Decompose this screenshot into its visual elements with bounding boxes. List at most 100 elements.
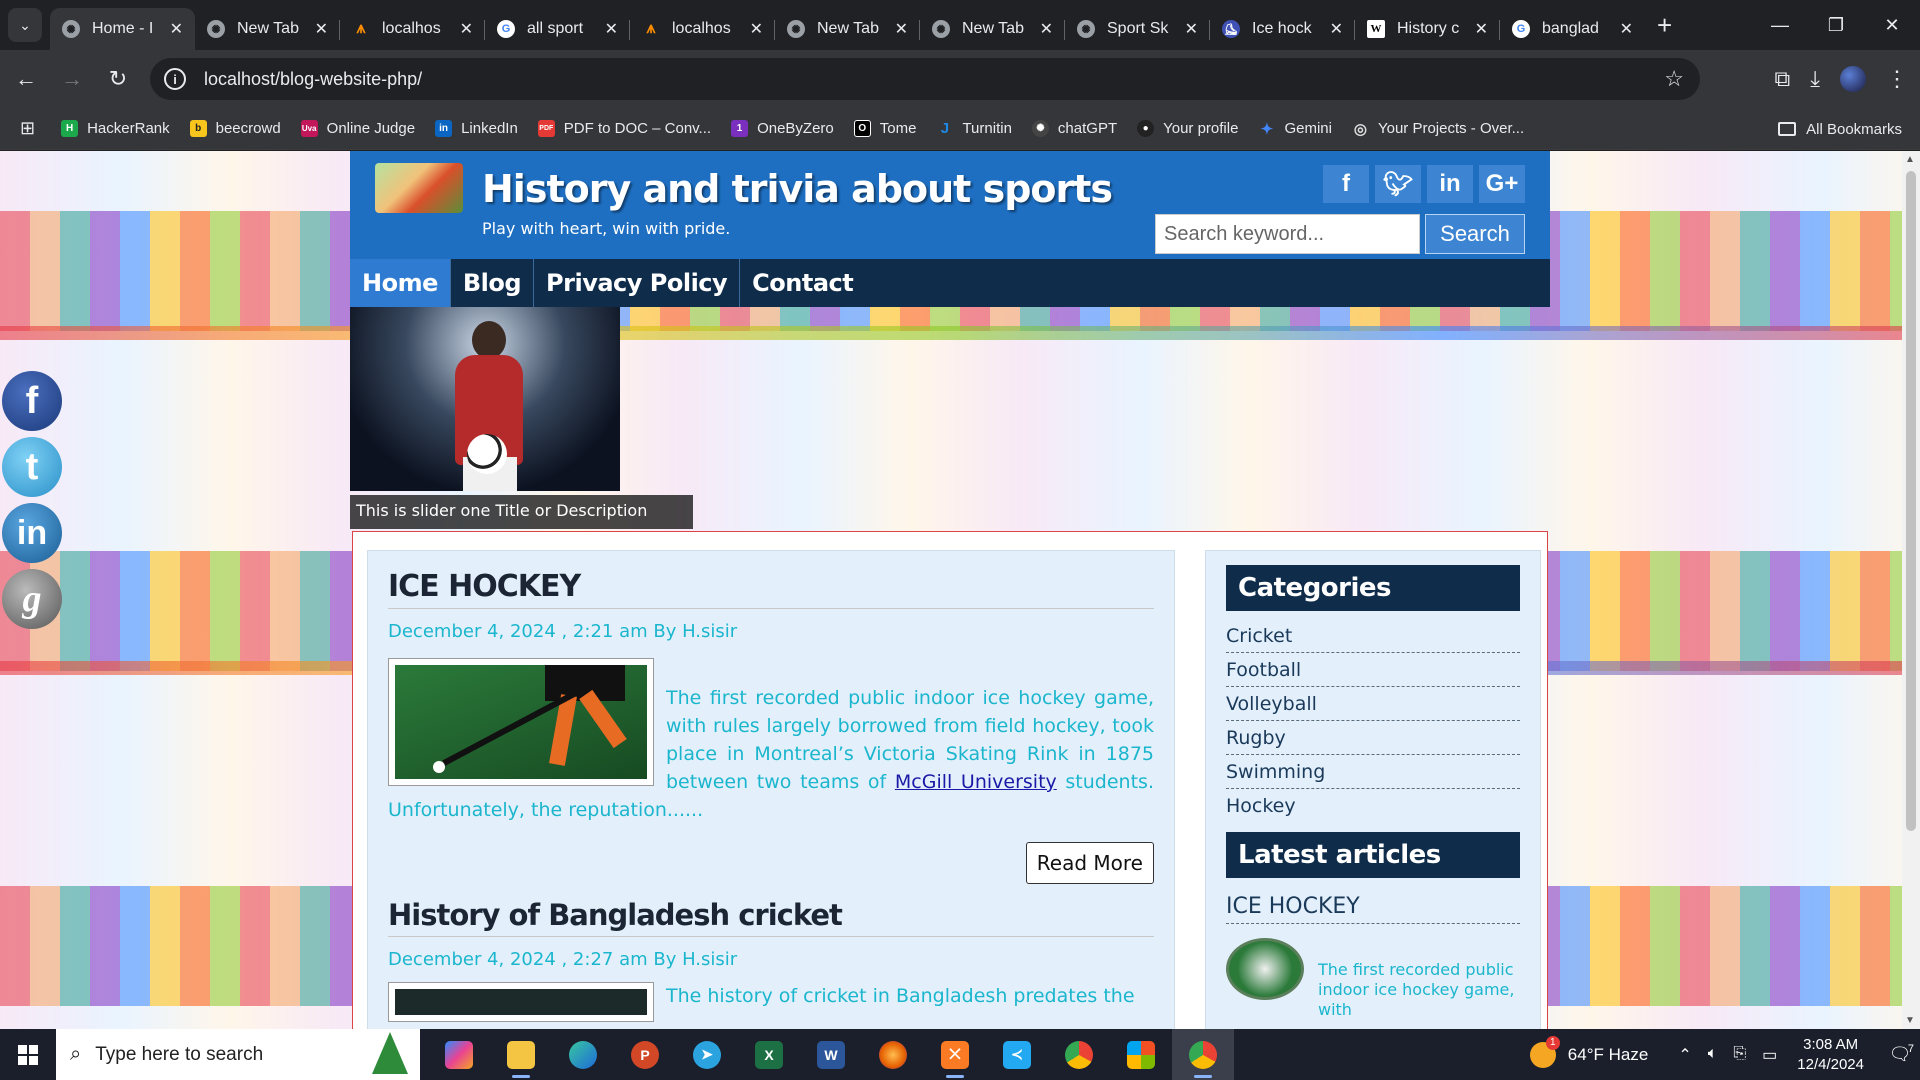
post-title[interactable]: History of Bangladesh cricket <box>388 898 1154 937</box>
forward-button[interactable]: → <box>52 59 92 99</box>
url-text[interactable]: localhost/blog-website-php/ <box>204 69 422 90</box>
category-hockey[interactable]: Hockey <box>1226 789 1520 822</box>
search-button[interactable]: Search <box>1425 214 1525 254</box>
close-icon[interactable]: ✕ <box>1620 19 1633 39</box>
bookmark-star-icon[interactable]: ☆ <box>1664 66 1684 92</box>
menu-kebab-icon[interactable]: ⋮ <box>1886 66 1908 92</box>
taskbar-vscode[interactable]: ≺ <box>986 1029 1048 1080</box>
close-icon[interactable]: ✕ <box>315 19 328 39</box>
post-title[interactable]: ICE HOCKEY <box>388 569 1154 609</box>
page-scrollbar[interactable]: ▲ ▼ <box>1902 151 1920 1029</box>
close-window-button[interactable]: ✕ <box>1864 0 1920 50</box>
tab-ice-hockey[interactable]: ⛸ Ice hock ✕ <box>1210 8 1355 50</box>
tab-new-tab[interactable]: ✺ New Tab ✕ <box>195 8 340 50</box>
bookmark-onebyzero[interactable]: 1 OneByZero <box>731 120 834 137</box>
close-icon[interactable]: ✕ <box>605 19 618 39</box>
reload-button[interactable]: ↻ <box>98 59 138 99</box>
category-football[interactable]: Football <box>1226 653 1520 687</box>
bookmark-tome[interactable]: O Tome <box>853 120 916 137</box>
taskbar-excel[interactable]: X <box>738 1029 800 1080</box>
tab-localhost-2[interactable]: ⩚ localhos ✕ <box>630 8 775 50</box>
bookmark-beecrowd[interactable]: b beecrowd <box>189 120 281 137</box>
latest-article-item[interactable]: The first recorded public indoor ice hoc… <box>1226 938 1520 1020</box>
twitter-icon[interactable]: 🐦︎ <box>1375 165 1421 203</box>
taskbar-telegram[interactable]: ➤ <box>676 1029 738 1080</box>
google-plus-icon[interactable]: G+ <box>1479 165 1525 203</box>
taskbar-chrome-active[interactable] <box>1172 1029 1234 1080</box>
tab-new-tab-2[interactable]: ✺ New Tab ✕ <box>775 8 920 50</box>
taskbar-chrome[interactable] <box>1048 1029 1110 1080</box>
nav-contact[interactable]: Contact <box>740 259 865 307</box>
notification-center-button[interactable]: 🗨︎ 7 <box>1880 1043 1920 1065</box>
linkedin-icon[interactable]: in <box>1427 165 1473 203</box>
close-icon[interactable]: ✕ <box>460 19 473 39</box>
tab-localhost[interactable]: ⩚ localhos ✕ <box>340 8 485 50</box>
bookmark-gemini[interactable]: ✦ Gemini <box>1258 120 1332 138</box>
scroll-up-arrow-icon[interactable]: ▲ <box>1905 154 1915 165</box>
taskbar-xampp[interactable]: ⨉ <box>924 1029 986 1080</box>
bookmark-your-profile[interactable]: ● Your profile <box>1137 120 1238 137</box>
start-button[interactable] <box>0 1029 56 1080</box>
scrollbar-thumb[interactable] <box>1906 171 1916 831</box>
restore-button[interactable]: ❐ <box>1808 0 1864 50</box>
close-icon[interactable]: ✕ <box>1185 19 1198 39</box>
taskbar-firefox[interactable] <box>862 1029 924 1080</box>
site-logo[interactable] <box>375 163 463 213</box>
taskbar-search[interactable]: ⌕ Type here to search <box>56 1029 420 1080</box>
tab-history[interactable]: W History c ✕ <box>1355 8 1500 50</box>
post-thumbnail[interactable] <box>388 982 654 1022</box>
close-icon[interactable]: ✕ <box>1040 19 1053 39</box>
mcgill-university-link[interactable]: McGill University <box>895 771 1057 793</box>
bookmark-your-projects[interactable]: ◎ Your Projects - Over... <box>1352 120 1524 138</box>
taskbar-microsoft-store[interactable] <box>1110 1029 1172 1080</box>
download-icon[interactable]: ⤓ <box>1810 66 1820 92</box>
read-more-button[interactable]: Read More <box>1025 842 1154 884</box>
address-bar[interactable]: i localhost/blog-website-php/ ☆ <box>150 58 1700 100</box>
minimize-button[interactable]: — <box>1752 0 1808 50</box>
close-icon[interactable]: ✕ <box>1330 19 1343 39</box>
close-icon[interactable]: ✕ <box>170 19 183 39</box>
bookmark-linkedin[interactable]: in LinkedIn <box>435 120 518 137</box>
tab-sport-sk[interactable]: ✺ Sport Sk ✕ <box>1065 8 1210 50</box>
latest-article-title[interactable]: ICE HOCKEY <box>1226 878 1520 924</box>
taskbar-file-explorer[interactable] <box>490 1029 552 1080</box>
taskbar-word[interactable]: W <box>800 1029 862 1080</box>
bookmark-hackerrank[interactable]: H HackerRank <box>61 120 170 137</box>
search-input[interactable] <box>1155 214 1420 254</box>
close-icon[interactable]: ✕ <box>895 19 908 39</box>
close-icon[interactable]: ✕ <box>1475 19 1488 39</box>
facebook-icon[interactable]: f <box>1323 165 1369 203</box>
twitter-icon[interactable]: t <box>2 437 62 497</box>
bookmark-chatgpt[interactable]: ✺ chatGPT <box>1031 120 1117 137</box>
nav-privacy-policy[interactable]: Privacy Policy <box>534 259 741 307</box>
tab-search-button[interactable]: ⌄ <box>8 8 42 42</box>
extensions-icon[interactable]: ⧉ <box>1775 66 1791 92</box>
category-cricket[interactable]: Cricket <box>1226 619 1520 653</box>
battery-icon[interactable]: ▭ <box>1762 1045 1777 1065</box>
tab-bangladesh[interactable]: G banglad ✕ <box>1500 8 1645 50</box>
new-tab-button[interactable]: + <box>1657 10 1672 41</box>
hero-slider-image[interactable] <box>350 307 620 491</box>
nav-blog[interactable]: Blog <box>451 259 535 307</box>
site-info-icon[interactable]: i <box>164 68 186 90</box>
apps-grid-icon[interactable]: ⊞ <box>20 118 35 139</box>
system-clock[interactable]: 3:08 AM 12/4/2024 <box>1797 1035 1864 1075</box>
google-plus-icon[interactable]: g <box>2 569 62 629</box>
bookmark-online-judge[interactable]: Uva Online Judge <box>300 120 415 137</box>
bookmark-pdf-to-doc[interactable]: PDF PDF to DOC – Conv... <box>537 120 711 137</box>
category-volleyball[interactable]: Volleyball <box>1226 687 1520 721</box>
category-rugby[interactable]: Rugby <box>1226 721 1520 755</box>
scroll-down-arrow-icon[interactable]: ▼ <box>1905 1015 1915 1026</box>
site-title[interactable]: History and trivia about sports <box>482 167 1113 211</box>
tab-home[interactable]: ✺ Home - I ✕ <box>50 8 195 50</box>
volume-icon[interactable]: 🔈︎ <box>1708 1045 1718 1065</box>
close-icon[interactable]: ✕ <box>750 19 763 39</box>
linkedin-icon[interactable]: in <box>2 503 62 563</box>
tab-all-sports[interactable]: G all sport ✕ <box>485 8 630 50</box>
all-bookmarks-button[interactable]: All Bookmarks <box>1778 108 1902 150</box>
facebook-icon[interactable]: f <box>2 371 62 431</box>
category-swimming[interactable]: Swimming <box>1226 755 1520 789</box>
nav-home[interactable]: Home <box>350 259 451 307</box>
taskbar-copilot[interactable] <box>428 1029 490 1080</box>
tab-new-tab-3[interactable]: ✺ New Tab ✕ <box>920 8 1065 50</box>
